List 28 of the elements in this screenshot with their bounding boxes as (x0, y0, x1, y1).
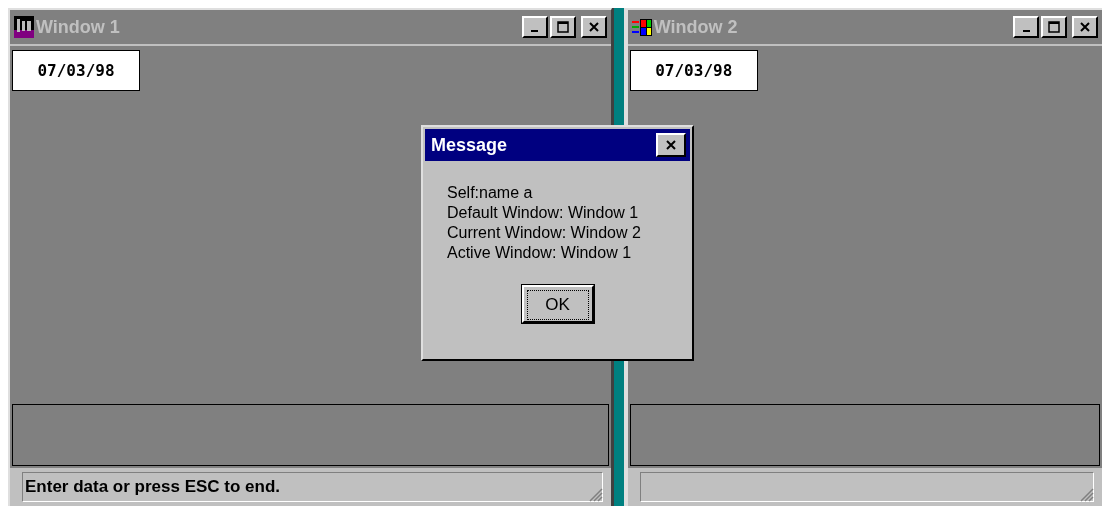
close-icon (1079, 21, 1091, 33)
status-text: Enter data or press ESC to end. (25, 477, 281, 497)
minimize-icon (1022, 30, 1030, 32)
minimize-button[interactable] (1013, 16, 1039, 38)
message-line: Current Window: Window 2 (447, 223, 642, 243)
close-icon (665, 139, 677, 151)
window-title: Window 1 (36, 16, 120, 38)
resize-grip-icon[interactable] (1078, 486, 1094, 502)
minimize-button[interactable] (521, 16, 548, 38)
windows-flag-icon (631, 18, 652, 36)
maximize-button[interactable] (549, 16, 576, 38)
message-line: Default Window: Window 1 (447, 203, 640, 223)
close-button[interactable] (1072, 16, 1098, 38)
message-line: Self:name a (447, 183, 534, 203)
close-icon (587, 21, 600, 33)
date-field: 07/03/98 (12, 50, 140, 91)
dialog-title: Message (431, 134, 508, 156)
maximize-icon (556, 21, 569, 33)
maximize-icon (1048, 21, 1060, 33)
maximize-button[interactable] (1041, 16, 1067, 38)
app-icon (14, 16, 34, 38)
message-line: Active Window: Window 1 (447, 243, 633, 263)
close-button[interactable] (580, 16, 607, 38)
close-button[interactable] (656, 133, 686, 157)
minimize-icon (531, 30, 539, 32)
window-title: Window 2 (653, 16, 738, 38)
ok-button[interactable]: OK (521, 285, 594, 323)
date-field: 07/03/98 (629, 50, 758, 91)
